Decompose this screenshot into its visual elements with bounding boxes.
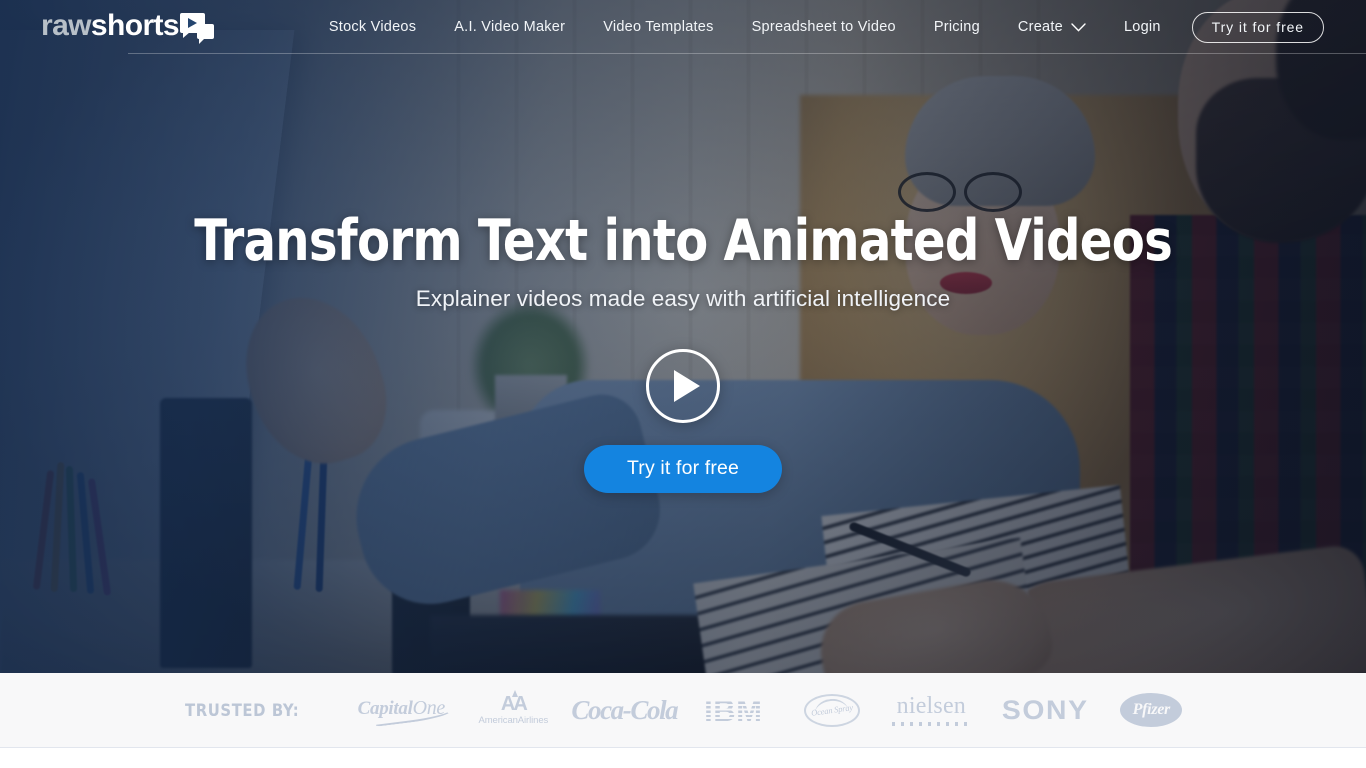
- nav-create-label: Create: [1017, 18, 1063, 35]
- landing-page: rawshorts Stock Videos A.I. Video Maker …: [0, 0, 1366, 768]
- chevron-down-icon: [1071, 22, 1086, 32]
- logo-sony: SONY: [985, 688, 1105, 732]
- client-logo-list: CapitalOne AA AmericanAirlines Coca-Cola…: [345, 688, 1197, 732]
- logo-ocean-spray: Ocean Spray: [787, 688, 877, 732]
- nav-try-free-button[interactable]: Try it for free: [1191, 11, 1324, 43]
- logo-ibm: IBM: [679, 688, 787, 732]
- header-divider: [128, 53, 1366, 54]
- ocean-spray-oval-icon: Ocean Spray: [804, 693, 861, 727]
- site-logo[interactable]: rawshorts: [41, 9, 214, 44]
- logo-american-airlines: AA AmericanAirlines: [457, 688, 569, 732]
- hero-section: [0, 0, 1366, 673]
- hero-vignette-overlay: [0, 0, 1366, 673]
- hero-subtitle: Explainer videos made easy with artifici…: [415, 285, 951, 311]
- american-airlines-mark: AA: [500, 690, 528, 715]
- play-triangle-icon: [674, 369, 700, 402]
- logo-text-raw: raw: [41, 9, 92, 42]
- trusted-by-label: TRUSTED BY:: [185, 700, 300, 720]
- nav-login[interactable]: Login: [1105, 20, 1180, 35]
- coca-cola-word: Coca-Cola: [571, 694, 678, 725]
- video-chat-bubble-icon: [180, 13, 214, 44]
- trusted-by-bar: TRUSTED BY: CapitalOne AA AmericanAirlin…: [0, 673, 1366, 748]
- main-navigation: Stock Videos A.I. Video Maker Video Temp…: [310, 11, 1324, 43]
- hero-try-free-button[interactable]: Try it for free: [583, 444, 783, 493]
- nav-pricing[interactable]: Pricing: [915, 20, 999, 35]
- logo-coca-cola: Coca-Cola: [569, 688, 679, 732]
- sony-word: SONY: [1001, 694, 1089, 725]
- logo-nielsen: nielsen: [877, 688, 985, 732]
- ibm-word: IBM: [704, 692, 763, 728]
- nav-stock-videos[interactable]: Stock Videos: [310, 20, 435, 35]
- ocean-spray-word: Ocean Spray: [810, 702, 854, 718]
- pfizer-oval-icon: Pfizer: [1120, 693, 1183, 727]
- nielsen-dots-icon: [892, 722, 971, 726]
- logo-capital-one: CapitalOne: [345, 688, 457, 732]
- american-airlines-word: AmericanAirlines: [478, 715, 549, 726]
- nav-ai-video-maker[interactable]: A.I. Video Maker: [435, 20, 584, 35]
- nav-spreadsheet-to-video[interactable]: Spreadsheet to Video: [733, 20, 915, 35]
- logo-pfizer: Pfizer: [1105, 688, 1197, 732]
- site-header: rawshorts Stock Videos A.I. Video Maker …: [0, 0, 1366, 54]
- nielsen-word: nielsen: [896, 693, 967, 719]
- nav-create[interactable]: Create: [999, 20, 1105, 35]
- nav-video-templates[interactable]: Video Templates: [584, 20, 732, 35]
- pfizer-word: Pfizer: [1132, 701, 1171, 718]
- hero-title: Transform Text into Animated Videos: [194, 208, 1173, 274]
- play-circle-icon[interactable]: [646, 348, 720, 423]
- logo-text-shorts: shorts: [90, 9, 180, 42]
- page-body-below-fold: [0, 748, 1366, 768]
